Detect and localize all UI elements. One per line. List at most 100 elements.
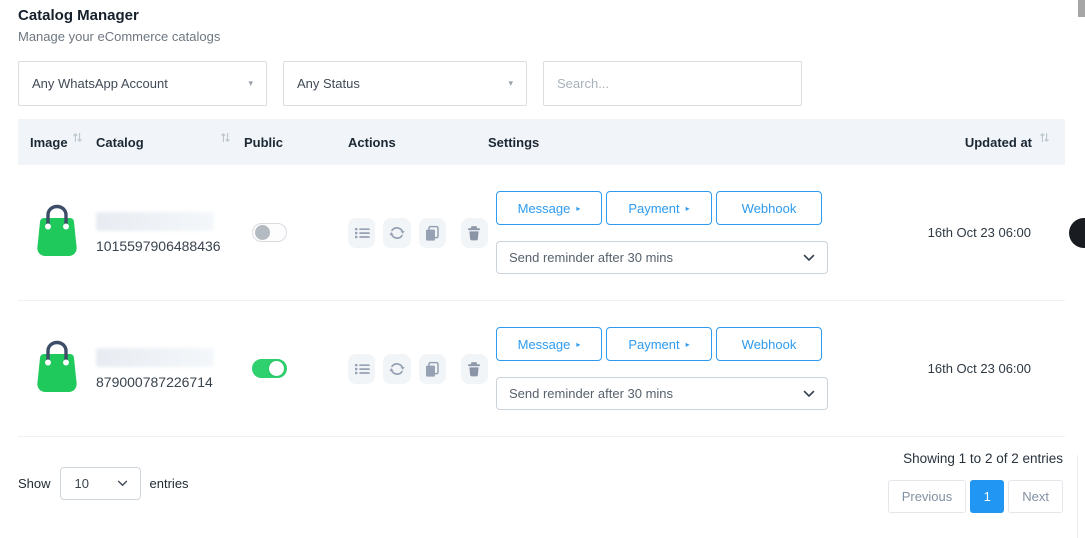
caret-right-icon: ▸ bbox=[576, 205, 580, 213]
public-cell bbox=[244, 359, 348, 378]
pagination: Previous 1 Next bbox=[888, 480, 1063, 513]
column-header-settings: Settings bbox=[488, 135, 860, 150]
column-header-label: Public bbox=[244, 135, 283, 150]
caret-right-icon: ▸ bbox=[686, 341, 690, 349]
public-cell bbox=[244, 223, 348, 242]
public-toggle[interactable] bbox=[252, 223, 287, 242]
caret-down-icon: ▾ bbox=[248, 78, 253, 89]
reminder-select[interactable]: Send reminder after 30 mins bbox=[496, 241, 828, 274]
caret-down-icon: ▾ bbox=[508, 78, 513, 89]
chevron-down-icon bbox=[803, 390, 815, 398]
sync-button[interactable] bbox=[383, 218, 410, 248]
message-button[interactable]: Message ▸ bbox=[496, 327, 602, 361]
filters-bar: Any WhatsApp Account ▾ Any Status ▾ bbox=[18, 61, 1065, 106]
list-items-button[interactable] bbox=[348, 354, 375, 384]
list-items-button[interactable] bbox=[348, 218, 375, 248]
message-button-label: Message bbox=[518, 337, 571, 352]
catalog-cell: 879000787226714 bbox=[96, 348, 244, 390]
reminder-select-value: Send reminder after 30 mins bbox=[509, 250, 673, 265]
toggle-knob bbox=[255, 225, 270, 240]
payment-button[interactable]: Payment ▸ bbox=[606, 327, 712, 361]
scrollbar-track bbox=[1077, 455, 1078, 538]
list-icon bbox=[354, 361, 370, 377]
table-footer: Show 10 entries Showing 1 to 2 of 2 entr… bbox=[18, 451, 1065, 513]
settings-cell: Message ▸ Payment ▸ Webhook Send reminde… bbox=[488, 327, 860, 410]
column-header-image[interactable]: Image bbox=[30, 135, 96, 150]
webhook-button[interactable]: Webhook bbox=[716, 191, 822, 225]
column-header-actions: Actions bbox=[348, 135, 488, 150]
previous-page-button[interactable]: Previous bbox=[888, 480, 967, 513]
catalog-cell: 1015597906488436 bbox=[96, 212, 244, 254]
list-icon bbox=[354, 225, 370, 241]
copy-icon bbox=[424, 361, 440, 377]
page-size-value: 10 bbox=[75, 476, 89, 491]
whatsapp-account-filter-value: Any WhatsApp Account bbox=[32, 76, 168, 91]
settings-cell: Message ▸ Payment ▸ Webhook Send reminde… bbox=[488, 191, 860, 274]
page-title: Catalog Manager bbox=[18, 7, 1065, 24]
reminder-select[interactable]: Send reminder after 30 mins bbox=[496, 377, 828, 410]
catalog-name-redacted bbox=[96, 348, 214, 367]
sort-icon[interactable] bbox=[221, 132, 230, 143]
sort-icon[interactable] bbox=[73, 132, 82, 143]
table-header-row: Image Catalog Public bbox=[18, 119, 1065, 165]
column-header-label: Actions bbox=[348, 135, 396, 150]
status-filter-value: Any Status bbox=[297, 76, 360, 91]
updated-at: 16th Oct 23 06:00 bbox=[860, 225, 1053, 240]
webhook-button[interactable]: Webhook bbox=[716, 327, 822, 361]
sync-button[interactable] bbox=[383, 354, 410, 384]
sync-arrows-icon bbox=[389, 361, 405, 377]
table-row: 1015597906488436 bbox=[18, 165, 1065, 301]
payment-button-label: Payment bbox=[628, 201, 679, 216]
next-page-button[interactable]: Next bbox=[1008, 480, 1063, 513]
reminder-select-value: Send reminder after 30 mins bbox=[509, 386, 673, 401]
sync-arrows-icon bbox=[389, 225, 405, 241]
updated-at: 16th Oct 23 06:00 bbox=[860, 361, 1053, 376]
column-header-label: Image bbox=[30, 135, 68, 150]
trash-icon bbox=[466, 225, 482, 241]
shopping-bag-icon bbox=[30, 201, 84, 259]
caret-right-icon: ▸ bbox=[686, 205, 690, 213]
actions-cell bbox=[348, 354, 488, 384]
delete-button[interactable] bbox=[461, 354, 488, 384]
catalog-name-redacted bbox=[96, 212, 214, 231]
payment-button[interactable]: Payment ▸ bbox=[606, 191, 712, 225]
footer-right: Showing 1 to 2 of 2 entries Previous 1 N… bbox=[888, 451, 1065, 513]
column-header-label: Catalog bbox=[96, 135, 144, 150]
search-input[interactable] bbox=[543, 61, 802, 106]
entries-label: entries bbox=[150, 476, 189, 491]
page-subtitle: Manage your eCommerce catalogs bbox=[18, 29, 1065, 44]
duplicate-button[interactable] bbox=[419, 218, 446, 248]
page-size-select[interactable]: 10 bbox=[60, 467, 141, 500]
catalog-image-cell bbox=[30, 201, 96, 264]
column-header-public: Public bbox=[244, 135, 348, 150]
show-label: Show bbox=[18, 476, 51, 491]
status-filter[interactable]: Any Status ▾ bbox=[283, 61, 527, 106]
chevron-down-icon bbox=[117, 480, 128, 487]
column-header-label: Updated at bbox=[965, 135, 1032, 150]
public-toggle[interactable] bbox=[252, 359, 287, 378]
webhook-button-label: Webhook bbox=[742, 201, 797, 216]
shopping-bag-icon bbox=[30, 337, 84, 395]
catalog-image-cell bbox=[30, 337, 96, 400]
delete-button[interactable] bbox=[461, 218, 488, 248]
message-button-label: Message bbox=[518, 201, 571, 216]
caret-right-icon: ▸ bbox=[576, 341, 580, 349]
copy-icon bbox=[424, 225, 440, 241]
whatsapp-account-filter[interactable]: Any WhatsApp Account ▾ bbox=[18, 61, 267, 106]
page-size-group: Show 10 entries bbox=[18, 454, 189, 513]
webhook-button-label: Webhook bbox=[742, 337, 797, 352]
chevron-down-icon bbox=[803, 254, 815, 262]
showing-entries-text: Showing 1 to 2 of 2 entries bbox=[903, 451, 1063, 466]
catalogs-table: Image Catalog Public bbox=[18, 119, 1065, 437]
catalog-id: 1015597906488436 bbox=[96, 238, 244, 254]
actions-cell bbox=[348, 218, 488, 248]
column-header-label: Settings bbox=[488, 135, 539, 150]
column-header-updated-at[interactable]: Updated at bbox=[860, 135, 1053, 150]
column-header-catalog[interactable]: Catalog bbox=[96, 135, 244, 150]
toggle-knob bbox=[269, 361, 284, 376]
message-button[interactable]: Message ▸ bbox=[496, 191, 602, 225]
sort-icon[interactable] bbox=[1040, 132, 1049, 143]
duplicate-button[interactable] bbox=[419, 354, 446, 384]
scrollbar-thumb[interactable] bbox=[1078, 0, 1085, 17]
page-1-button[interactable]: 1 bbox=[970, 480, 1004, 513]
